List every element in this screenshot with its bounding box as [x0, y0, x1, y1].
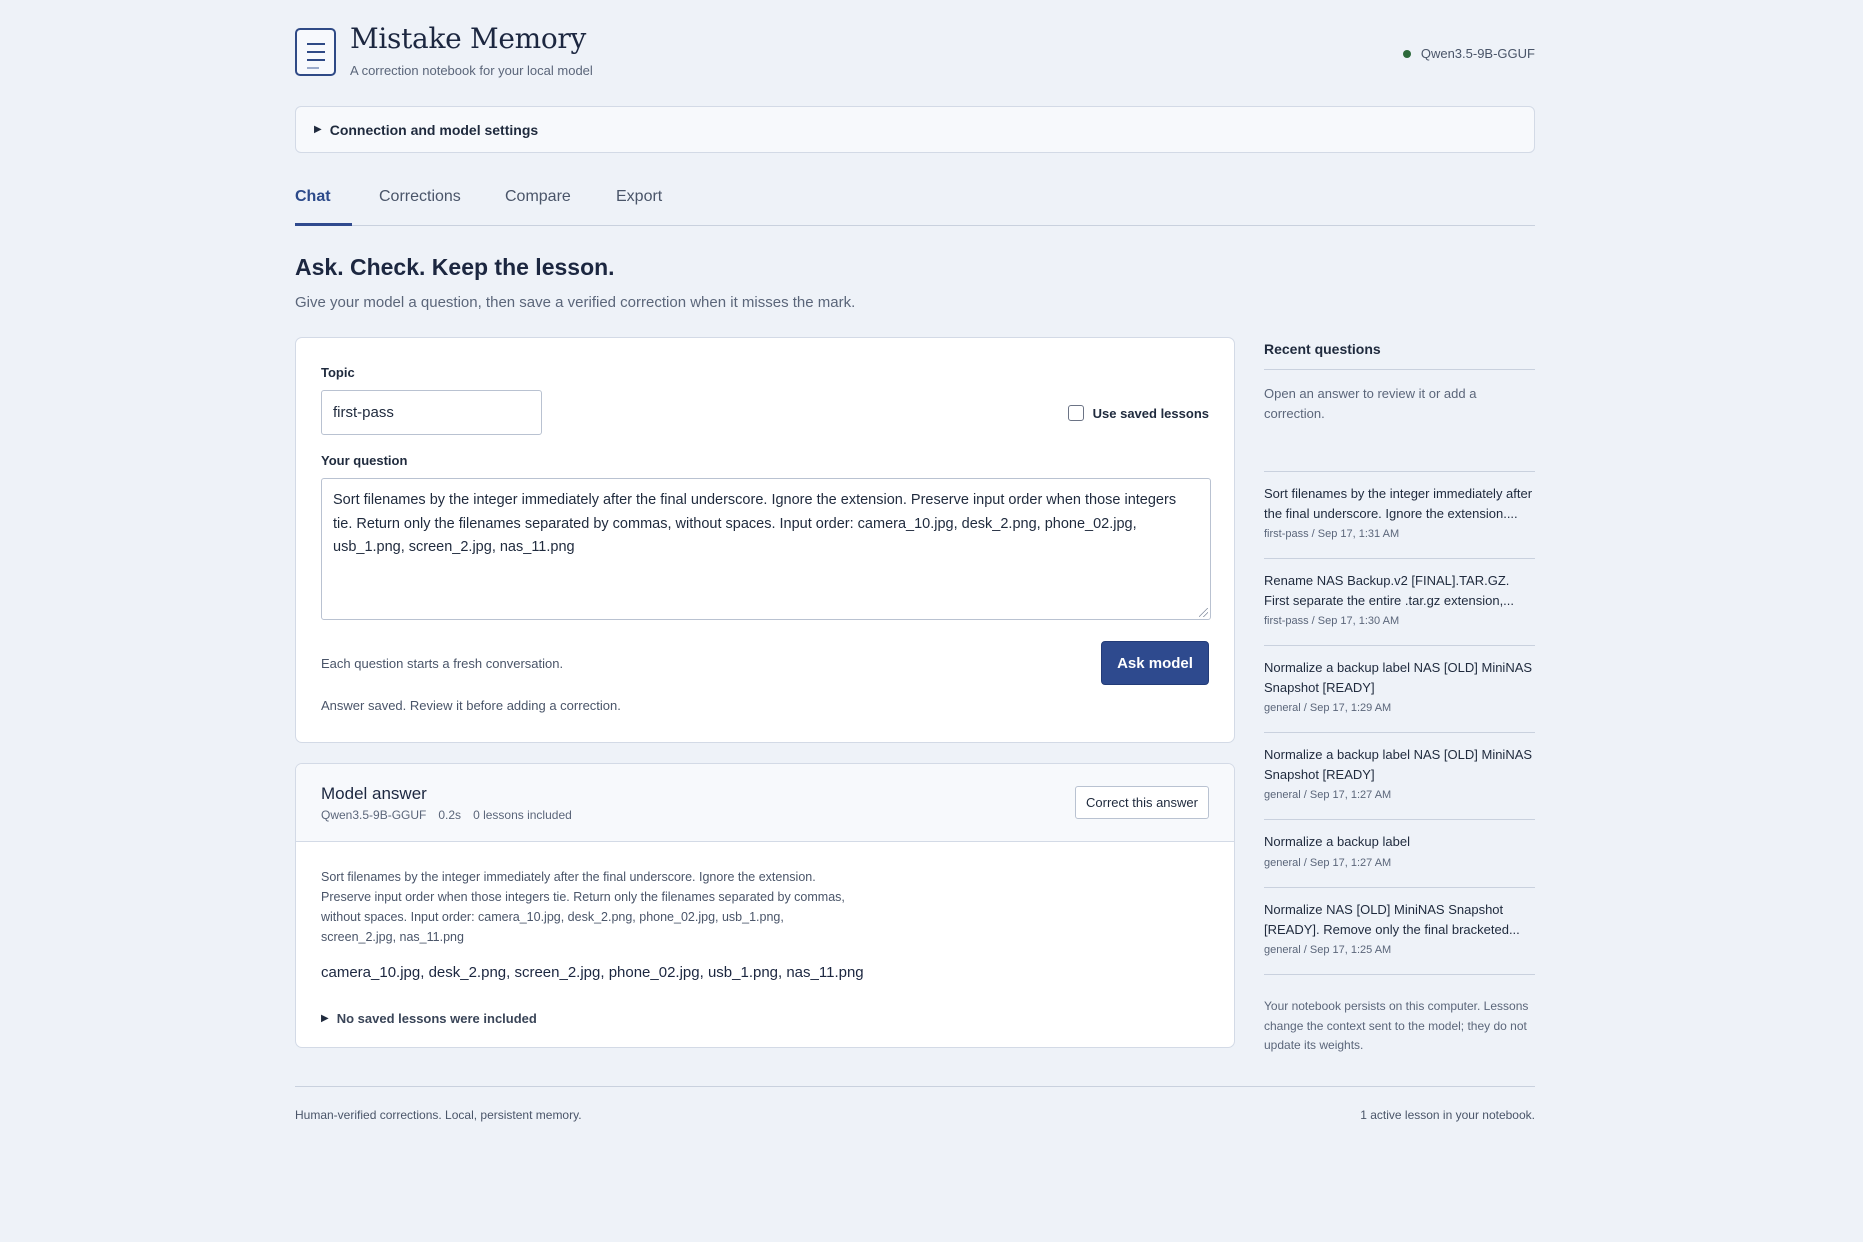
page-footer: Human-verified corrections. Local, persi…	[295, 1086, 1535, 1126]
ask-model-button[interactable]: Ask model	[1101, 641, 1209, 685]
app-subtitle: A correction notebook for your local mod…	[350, 63, 593, 78]
recent-question-text: Normalize a backup label NAS [OLD] MiniN…	[1264, 660, 1533, 695]
page-subheading: Give your model a question, then save a …	[295, 294, 856, 311]
resize-grip-icon[interactable]	[1199, 608, 1208, 617]
caret-right-icon: ▶	[321, 1013, 329, 1024]
answer-model: Qwen3.5-9B-GGUF	[321, 808, 427, 822]
sidebar-title: Recent questions	[1264, 337, 1535, 370]
app-title: Mistake Memory	[350, 22, 587, 55]
model-status: Qwen3.5-9B-GGUF	[1402, 46, 1535, 61]
question-echo: Sort filenames by the integer immediatel…	[321, 870, 845, 944]
recent-questions-sidebar: Recent questions Open an answer to revie…	[1264, 337, 1535, 1056]
tab-export[interactable]: Export	[616, 188, 662, 206]
model-name: Qwen3.5-9B-GGUF	[1420, 46, 1535, 61]
recent-question-item[interactable]: Normalize a backup label general / Sep 1…	[1264, 820, 1535, 888]
caret-right-icon: ▶	[314, 124, 322, 135]
page-heading: Ask. Check. Keep the lesson.	[295, 254, 615, 280]
tab-chat[interactable]: Chat	[295, 188, 331, 206]
answer-duration: 0.2s	[438, 808, 462, 822]
tab-compare[interactable]: Compare	[505, 188, 571, 206]
settings-label: Connection and model settings	[329, 121, 539, 138]
answer-lesson-count: 0 lessons included	[473, 808, 572, 822]
settings-toggle[interactable]: ▶ Connection and model settings	[295, 106, 1535, 153]
model-answer-card: Model answer Qwen3.5-9B-GGUF 0.2s 0 less…	[295, 763, 1235, 1048]
recent-question-text: Normalize a backup label	[1264, 834, 1410, 849]
recent-question-item[interactable]: Normalize a backup label NAS [OLD] MiniN…	[1264, 733, 1535, 820]
answer-text: camera_10.jpg, desk_2.png, screen_2.jpg,…	[321, 964, 864, 981]
footer-lesson-count: 1 active lesson in your notebook.	[1360, 1108, 1535, 1122]
question-label: Your question	[321, 453, 408, 468]
use-saved-lessons-checkbox[interactable]: Use saved lessons	[1067, 405, 1209, 421]
answer-title: Model answer	[321, 784, 427, 803]
recent-question-meta: general / Sep 17, 1:25 AM	[1264, 944, 1392, 956]
use-saved-lessons-label: Use saved lessons	[1092, 405, 1209, 421]
footer-tagline: Human-verified corrections. Local, persi…	[295, 1108, 582, 1122]
correct-answer-button[interactable]: Correct this answer	[1075, 786, 1209, 819]
tab-corrections[interactable]: Corrections	[379, 188, 461, 206]
question-textarea[interactable]: Sort filenames by the integer immediatel…	[321, 478, 1211, 620]
recent-question-item[interactable]: Normalize NAS [OLD] MiniNAS Snapshot [RE…	[1264, 888, 1535, 975]
status-dot-icon	[1402, 49, 1411, 58]
active-tab-indicator	[295, 223, 352, 226]
recent-question-meta: first-pass / Sep 17, 1:30 AM	[1264, 615, 1400, 627]
recent-question-text: Normalize a backup label NAS [OLD] MiniN…	[1264, 747, 1533, 782]
answer-card-header: Model answer Qwen3.5-9B-GGUF 0.2s 0 less…	[296, 764, 1234, 842]
recent-question-meta: general / Sep 17, 1:27 AM	[1264, 856, 1392, 869]
recent-question-item[interactable]: Sort filenames by the integer immediatel…	[1264, 472, 1535, 559]
recent-question-text: Sort filenames by the integer immediatel…	[1264, 486, 1533, 521]
notebook-icon	[295, 28, 336, 76]
lessons-toggle-label: No saved lessons were included	[336, 1011, 537, 1026]
app-header: Mistake Memory A correction notebook for…	[295, 0, 1535, 106]
topic-label: Topic	[321, 365, 355, 380]
recent-question-meta: general / Sep 17, 1:27 AM	[1264, 789, 1392, 801]
lessons-included-toggle[interactable]: ▶ No saved lessons were included	[321, 1011, 537, 1026]
recent-question-meta: general / Sep 17, 1:29 AM	[1264, 702, 1392, 714]
fresh-conversation-hint: Each question starts a fresh conversatio…	[321, 656, 564, 671]
recent-question-item[interactable]: Rename NAS Backup.v2 [FINAL].TAR.GZ. Fir…	[1264, 559, 1535, 646]
question-card: Topic Use saved lessons Your question So…	[295, 337, 1235, 743]
tab-bar: Chat Corrections Compare Export	[295, 170, 1535, 226]
sidebar-intro: Open an answer to review it or add a cor…	[1264, 370, 1535, 472]
recent-question-text: Normalize NAS [OLD] MiniNAS Snapshot [RE…	[1264, 902, 1520, 937]
app-page: Mistake Memory A correction notebook for…	[295, 0, 1535, 1122]
recent-question-meta: first-pass / Sep 17, 1:31 AM	[1264, 528, 1400, 540]
answer-saved-message: Answer saved. Review it before adding a …	[321, 698, 621, 713]
topic-input[interactable]	[321, 390, 542, 435]
question-text: Sort filenames by the integer immediatel…	[333, 492, 1177, 555]
answer-meta: Qwen3.5-9B-GGUF 0.2s 0 lessons included	[321, 808, 572, 822]
recent-question-text: Rename NAS Backup.v2 [FINAL].TAR.GZ. Fir…	[1264, 573, 1515, 608]
sidebar-footnote: Your notebook persists on this computer.…	[1264, 999, 1529, 1052]
recent-question-item[interactable]: Normalize a backup label NAS [OLD] MiniN…	[1264, 646, 1535, 733]
checkbox-box[interactable]	[1067, 405, 1084, 421]
